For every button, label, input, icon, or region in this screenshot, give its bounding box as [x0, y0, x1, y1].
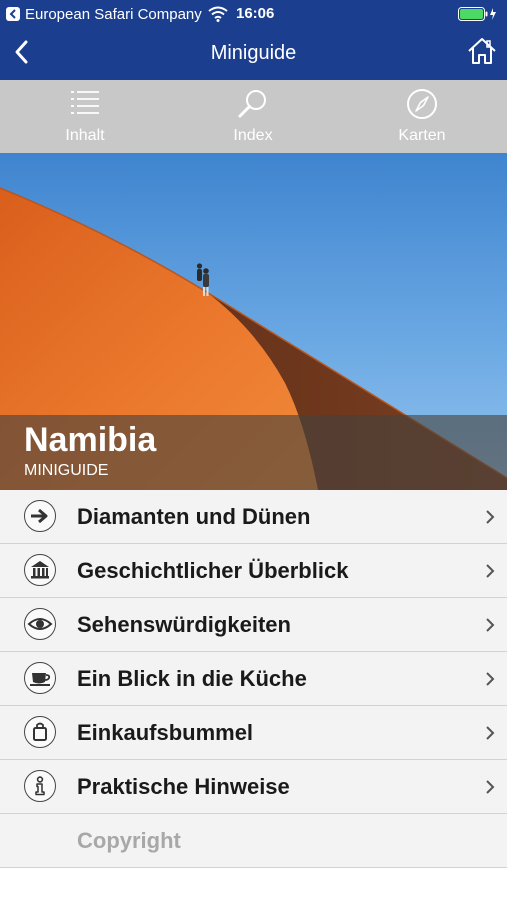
destination-subtitle: MINIGUIDE: [24, 462, 109, 479]
tab-inhalt-label: Inhalt: [65, 127, 105, 144]
magnifier-icon: [238, 90, 266, 118]
tab-karten-label: Karten: [398, 127, 446, 144]
page-title: Miniguide: [210, 42, 297, 64]
destination-title: Namibia: [24, 421, 157, 459]
menu-item-kueche[interactable]: Ein Blick in die Küche: [0, 652, 507, 706]
chevron-right-icon: [486, 672, 495, 686]
menu-item-label: Geschichtlicher Überblick: [77, 558, 349, 583]
copyright-label: Copyright: [77, 828, 181, 853]
battery-icon: [458, 7, 496, 21]
menu-item-label: Praktische Hinweise: [77, 774, 290, 799]
cup-icon: [24, 662, 56, 694]
museum-icon: [24, 554, 56, 586]
menu-item-hinweise[interactable]: Praktische Hinweise: [0, 760, 507, 814]
home-icon[interactable]: [466, 35, 498, 67]
back-to-app-icon[interactable]: [6, 7, 20, 21]
menu-item-diamanten[interactable]: Diamanten und Dünen: [0, 490, 507, 544]
menu-item-sehenswuerdigkeiten[interactable]: Sehenswürdigkeiten: [0, 598, 507, 652]
list-icon: [71, 91, 99, 114]
chevron-right-icon: [486, 564, 495, 578]
menu-item-einkauf[interactable]: Einkaufsbummel: [0, 706, 507, 760]
tab-inhalt[interactable]: Inhalt: [25, 80, 145, 153]
arrow-right-icon: [24, 500, 56, 532]
chapter-list: Diamanten und Dünen Geschichtlicher Über…: [0, 490, 507, 868]
chevron-right-icon: [486, 510, 495, 524]
carrier-name: European Safari Company: [25, 6, 202, 23]
compass-icon: [407, 89, 437, 119]
chevron-right-icon: [486, 726, 495, 740]
shopping-bag-icon: [24, 716, 56, 748]
tab-index[interactable]: Index: [193, 80, 313, 153]
hero-caption: Namibia MINIGUIDE: [0, 415, 507, 490]
clock: 16:06: [236, 5, 275, 22]
chevron-right-icon: [486, 780, 495, 794]
navigation-bar: Miniguide: [0, 30, 507, 80]
eye-icon: [24, 608, 56, 640]
menu-item-copyright[interactable]: Copyright: [0, 814, 507, 868]
menu-item-label: Ein Blick in die Küche: [77, 666, 307, 691]
info-icon: [24, 770, 56, 802]
hero-image: Namibia MINIGUIDE: [0, 153, 507, 490]
menu-item-label: Diamanten und Dünen: [77, 504, 311, 529]
chevron-right-icon: [486, 618, 495, 632]
menu-item-label: Einkaufsbummel: [77, 720, 254, 745]
menu-item-label: Sehenswürdigkeiten: [77, 612, 291, 637]
menu-item-geschichte[interactable]: Geschichtlicher Überblick: [0, 544, 507, 598]
tab-index-label: Index: [233, 127, 273, 144]
tab-karten[interactable]: Karten: [362, 80, 482, 153]
status-bar: European Safari Company 16:06: [0, 0, 507, 30]
wifi-icon: [208, 6, 228, 22]
toolbar: Inhalt Index Karten: [0, 80, 507, 153]
